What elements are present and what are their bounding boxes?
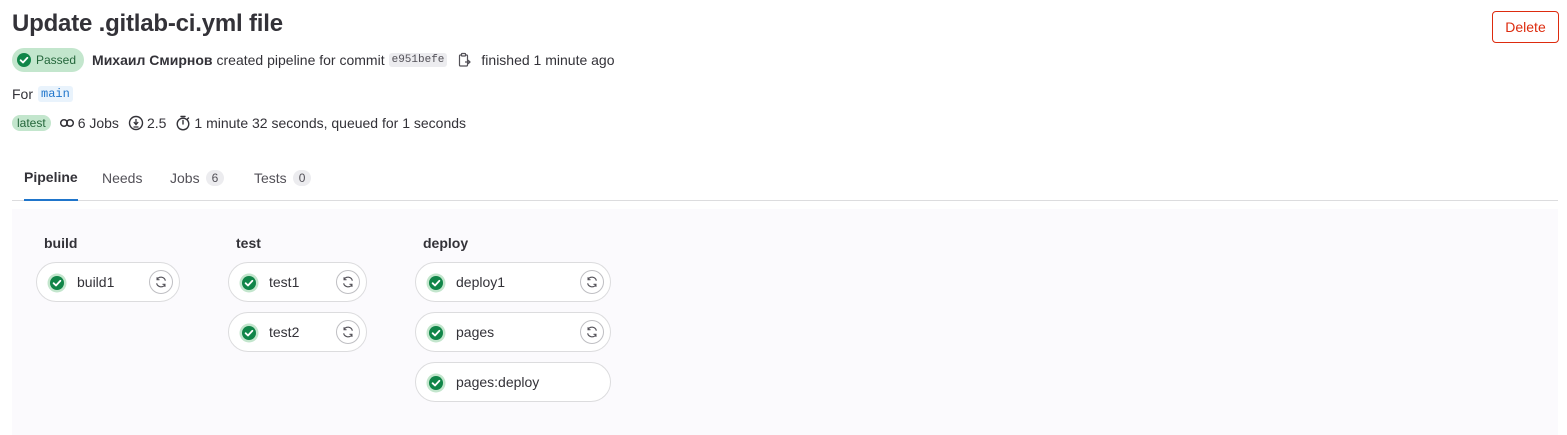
finished-text: finished 1 minute ago [481,52,615,68]
delete-button[interactable]: Delete [1492,11,1559,43]
copy-icon[interactable] [456,52,472,68]
tab-tests[interactable]: Tests 0 [254,155,312,201]
tab-label: Needs [102,170,143,186]
tab-label: Pipeline [24,169,78,185]
status-success-icon [17,53,31,67]
job-deploy1[interactable]: deploy1 [415,262,611,302]
jobs-count-text: 6 Jobs [77,115,119,131]
duration: 1 minute 32 seconds, queued for 1 second… [175,115,466,131]
jobs-count: 6 Jobs [59,115,119,131]
job-test2[interactable]: test2 [228,312,367,352]
tab-count: 6 [205,170,225,186]
job-name: pages:deploy [456,374,540,390]
duration-text: 1 minute 32 seconds, queued for 1 second… [194,115,467,131]
status-success-icon [426,323,446,343]
retry-icon [343,326,353,338]
timer-icon [176,115,190,131]
pipeline-icon [59,118,74,128]
retry-icon [587,326,597,338]
job-build1[interactable]: build1 [36,262,180,302]
job-test1[interactable]: test1 [228,262,367,302]
for-label: For [12,86,33,102]
status-success-icon [239,273,259,293]
tab-jobs[interactable]: Jobs 6 [170,155,225,201]
job-name: pages [456,324,495,340]
latest-badge: latest [12,115,51,131]
stage-title-build: build [44,235,78,251]
branch-link[interactable]: main [38,86,73,102]
tab-pipeline[interactable]: Pipeline [24,155,78,201]
job-pages-deploy[interactable]: pages:deploy [415,362,611,402]
job-name: deploy1 [456,274,506,290]
compute-usage: 2.5 [128,115,166,131]
retry-icon [156,276,166,288]
pipeline-info: Passed Михаил Смирнов created pipeline f… [12,48,615,72]
pipeline-tabs: Pipeline Needs Jobs 6 Tests 0 [12,155,1558,201]
status-success-icon [47,273,67,293]
retry-button[interactable] [149,270,173,294]
status-success-icon [426,273,446,293]
tab-label: Tests [254,170,287,186]
retry-button[interactable] [336,270,360,294]
pipeline-meta: latest 6 Jobs 2.5 1 minute 32 seconds, q… [12,113,475,133]
commit-sha-link[interactable]: e951befe [388,53,448,67]
compute-icon [128,115,144,131]
retry-icon [587,276,597,288]
author-link[interactable]: Михаил Смирнов [92,52,212,68]
stage-title-deploy: deploy [423,235,469,251]
ref-row: For main [12,84,73,104]
created-text: created pipeline for commit [216,52,385,68]
tab-count: 0 [292,170,312,186]
retry-icon [343,276,353,288]
compute-text: 2.5 [146,115,167,131]
job-name: test1 [269,274,300,290]
retry-button[interactable] [580,320,604,344]
status-label: Passed [36,53,77,67]
stage-title-test: test [236,235,261,251]
page-title: Update .gitlab-ci.yml file [12,10,283,37]
status-success-icon [239,323,259,343]
status-success-icon [426,373,446,393]
retry-button[interactable] [336,320,360,344]
tab-needs[interactable]: Needs [102,155,142,201]
retry-button[interactable] [580,270,604,294]
job-name: build1 [77,274,115,290]
job-name: test2 [269,324,300,340]
pipeline-graph: build test deploy build1 test1 test2 dep… [12,209,1558,435]
job-pages[interactable]: pages [415,312,611,352]
status-badge[interactable]: Passed [12,48,85,72]
tab-label: Jobs [170,170,200,186]
